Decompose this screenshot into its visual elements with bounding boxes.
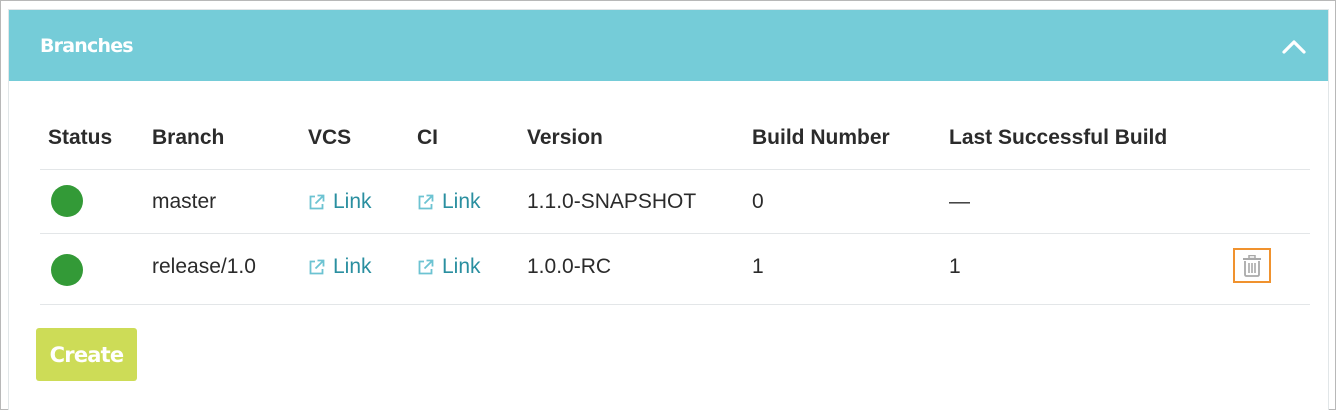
collapse-button[interactable] (1280, 34, 1308, 58)
ci-link-label: Link (442, 255, 481, 278)
window-frame: Branches Status Branch VCS CI Version Bu… (0, 0, 1336, 410)
create-button[interactable]: Create (36, 328, 137, 381)
delete-branch-button[interactable] (1233, 248, 1271, 283)
vcs-link[interactable]: Link (308, 255, 372, 279)
table-row: release/1.0 Link Link 1.0.0-RC 1 1 (40, 233, 1310, 305)
column-header-last-successful-build: Last Successful Build (949, 126, 1168, 149)
build-number-value: 0 (752, 190, 764, 213)
table-header-row: Status Branch VCS CI Version Build Numbe… (40, 114, 1310, 170)
version-value: 1.1.0-SNAPSHOT (527, 190, 697, 213)
vcs-link-label: Link (333, 190, 372, 213)
vcs-link[interactable]: Link (308, 190, 372, 214)
panel-header[interactable]: Branches (9, 10, 1328, 81)
branch-name: master (152, 190, 217, 213)
trash-icon (1243, 254, 1261, 277)
status-indicator-success (51, 254, 83, 286)
column-header-ci: CI (417, 126, 438, 149)
table-row: master Link Link 1.1.0-SNAPSHOT 0 — (40, 169, 1310, 234)
last-successful-build-value: — (949, 190, 970, 213)
version-value: 1.0.0-RC (527, 255, 612, 278)
ci-link-label: Link (442, 190, 481, 213)
external-link-icon (309, 259, 325, 274)
column-header-vcs: VCS (308, 126, 352, 149)
external-link-icon (309, 194, 325, 209)
branch-name: release/1.0 (152, 255, 256, 278)
ci-link[interactable]: Link (417, 190, 481, 214)
panel-title: Branches (40, 35, 134, 57)
column-header-build-number: Build Number (752, 126, 890, 149)
vcs-link-label: Link (333, 255, 372, 278)
column-header-version: Version (527, 126, 603, 149)
chevron-up-icon (1282, 40, 1306, 54)
build-number-value: 1 (752, 255, 764, 278)
branches-panel: Branches Status Branch VCS CI Version Bu… (8, 9, 1329, 410)
external-link-icon (418, 259, 434, 274)
ci-link[interactable]: Link (417, 255, 481, 279)
column-header-status: Status (48, 126, 113, 149)
status-indicator-success (51, 185, 83, 217)
external-link-icon (418, 194, 434, 209)
column-header-branch: Branch (152, 126, 225, 149)
last-successful-build-value: 1 (949, 255, 961, 278)
